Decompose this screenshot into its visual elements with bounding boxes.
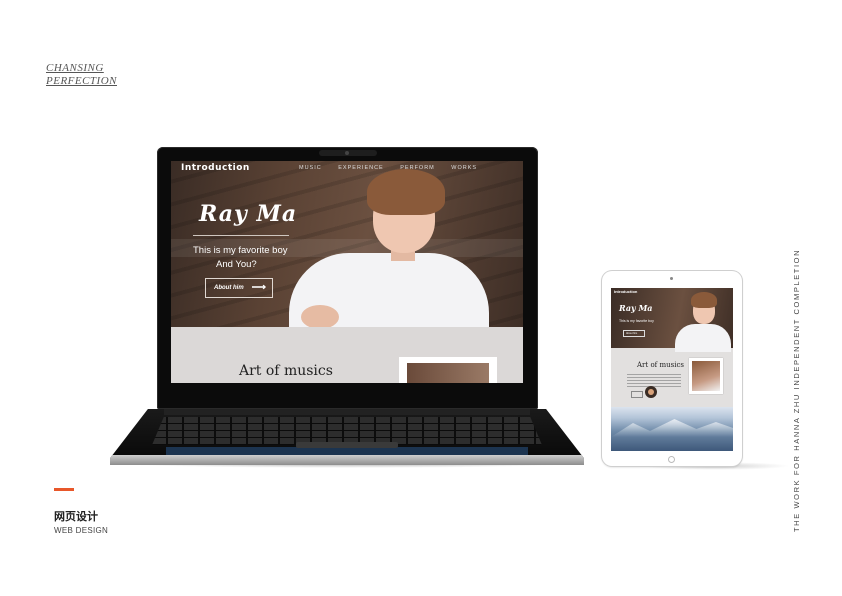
tablet-device: Introduction Ray Ma This is my favorite … [602,271,742,466]
brand-title: CHANSING PERFECTION [46,62,117,88]
nav-item-experience[interactable]: EXPERIENCE [338,165,383,171]
about-button[interactable]: About him ⟶ [205,278,273,298]
home-button-icon[interactable] [668,456,675,463]
record-icon [645,386,657,398]
tablet-hero: Introduction Ray Ma This is my favorite … [611,288,733,352]
tablet-section-title: Art of musics [637,361,684,369]
site-nav: MUSIC EXPERIENCE PERFORM WORKS [299,165,491,171]
laptop-camera-bar [319,150,377,156]
caption-chinese: 网页设计 [54,510,98,523]
tablet-mountain-image [611,407,733,451]
tablet-camera-icon [670,277,673,280]
tablet-screen: Introduction Ray Ma This is my favorite … [611,288,733,451]
hero-subtitle: This is my favorite boy [193,245,288,256]
tablet-about-button[interactable]: About him [623,330,645,337]
laptop-hinge [164,409,530,415]
laptop-screen: Introduction MUSIC EXPERIENCE PERFORM WO… [171,161,523,383]
accent-bar [54,488,74,491]
laptop-base-edge [110,455,584,465]
section-title: Art of musics [239,363,333,379]
brand-line-2: PERFECTION [46,75,117,87]
laptop-front-glow [166,447,528,455]
hero-divider [193,235,289,236]
tablet-small-button[interactable] [631,391,643,398]
caption-english: WEB DESIGN [54,526,109,535]
tablet-hero-subtitle: This is my favorite boy [619,319,654,323]
laptop-lid: Introduction MUSIC EXPERIENCE PERFORM WO… [157,147,538,409]
arrow-right-icon: ⟶ [251,282,266,293]
site-logo[interactable]: Introduction [181,163,250,173]
keyboard-rows [152,417,542,445]
nav-item-music[interactable]: MUSIC [299,165,322,171]
tablet-hero-portrait [673,288,733,352]
tablet-hero-title: Ray Ma [619,303,653,313]
laptop-base [110,409,584,465]
about-button-label: About him [214,285,244,291]
tablet-site-logo[interactable]: Introduction [614,289,637,294]
nav-item-works[interactable]: WORKS [451,165,477,171]
trackpad [296,442,398,448]
brand-line-1: CHANSING [46,62,104,74]
hero-question: And You? [216,259,257,270]
tablet-section-photo [689,358,723,394]
nav-item-perform[interactable]: PERFORM [400,165,435,171]
vertical-credit: THE WORK FOR HANNA ZHU INDEPENDENT COMPL… [792,248,801,532]
hero-portrait [289,161,489,327]
hero-title: Ray Ma [199,201,298,227]
music-section: Art of musics [171,327,523,383]
section-photo [399,357,497,383]
hero-banner: Introduction MUSIC EXPERIENCE PERFORM WO… [171,161,523,327]
camera-icon [345,151,349,155]
